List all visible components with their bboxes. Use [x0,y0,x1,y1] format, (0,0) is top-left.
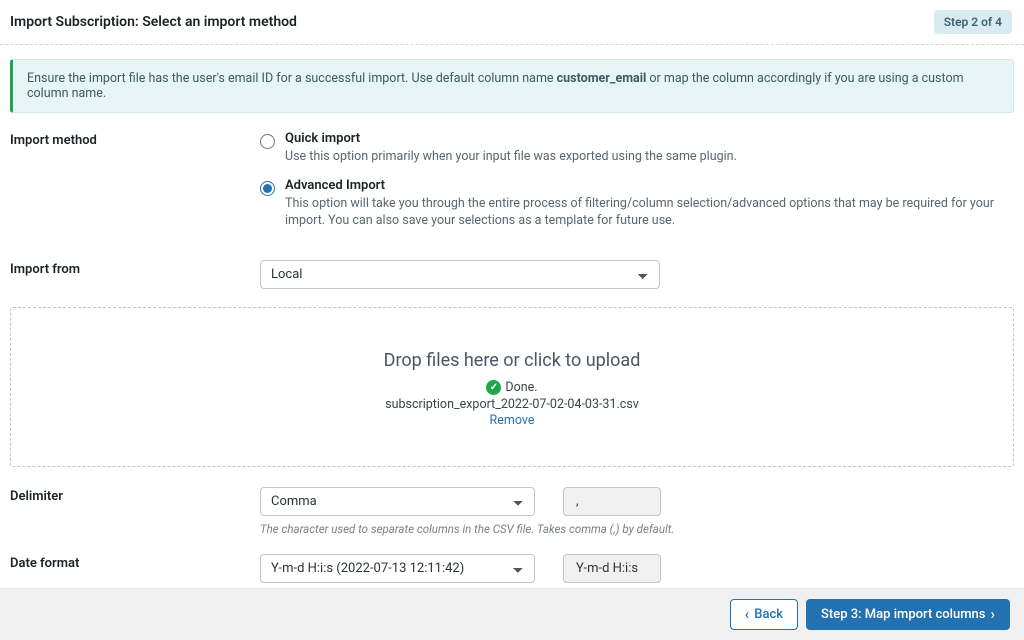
page-header: Import Subscription: Select an import me… [0,0,1024,45]
delimiter-control: Comma , The character used to separate c… [260,487,1014,536]
next-button-label: Step 3: Map import columns [821,607,985,622]
date-format-inline: Y-m-d H:i:s (2022-07-13 12:11:42) Y-m-d … [260,554,1014,583]
delimiter-inline: Comma , [260,487,1014,516]
import-from-label: Import from [10,260,260,277]
uploaded-filename: subscription_export_2022-07-02-04-03-31.… [31,397,993,412]
date-format-label: Date format [10,554,260,571]
import-method-label: Import method [10,131,260,148]
step-badge: Step 2 of 4 [934,10,1012,34]
radio-advanced-import[interactable]: Advanced Import This option will take yo… [260,178,1014,230]
back-button[interactable]: ‹ Back [730,599,798,630]
field-import-method: Import method Quick import Use this opti… [10,131,1014,242]
field-import-from: Import from Local [10,260,1014,289]
radio-quick-title: Quick import [285,131,1014,146]
chevron-left-icon: ‹ [745,607,750,622]
radio-advanced-input[interactable] [260,181,275,196]
radio-advanced-body: Advanced Import This option will take yo… [285,178,1014,230]
delimiter-hint: The character used to separate columns i… [260,522,1014,536]
delimiter-label: Delimiter [10,487,260,504]
radio-quick-body: Quick import Use this option primarily w… [285,131,1014,166]
notice-bold: customer_email [557,71,647,86]
import-from-control: Local [260,260,1014,289]
check-icon: ✓ [486,380,501,395]
radio-quick-desc: Use this option primarily when your inpu… [285,148,1005,166]
next-step-button[interactable]: Step 3: Map import columns › [806,599,1010,630]
footer-bar: ‹ Back Step 3: Map import columns › [0,588,1024,640]
upload-done-row: ✓ Done. [486,380,537,395]
radio-quick-import[interactable]: Quick import Use this option primarily w… [260,131,1014,166]
import-from-select[interactable]: Local [260,260,660,289]
delimiter-select[interactable]: Comma [260,487,535,516]
notice-prefix: Ensure the import file has the user's em… [27,71,557,86]
import-method-control: Quick import Use this option primarily w… [260,131,1014,242]
delimiter-char-display: , [563,487,661,516]
remove-file-link[interactable]: Remove [31,413,993,428]
radio-advanced-desc: This option will take you through the en… [285,195,1005,230]
file-dropzone[interactable]: Drop files here or click to upload ✓ Don… [10,307,1014,467]
dropzone-title: Drop files here or click to upload [31,350,993,371]
info-notice: Ensure the import file has the user's em… [10,59,1014,113]
chevron-right-icon: › [990,607,995,622]
radio-quick-input[interactable] [260,134,275,149]
main-content: Ensure the import file has the user's em… [0,45,1024,603]
date-format-pattern-display: Y-m-d H:i:s [563,554,661,583]
radio-advanced-title: Advanced Import [285,178,1014,193]
back-button-label: Back [754,607,783,622]
date-format-select[interactable]: Y-m-d H:i:s (2022-07-13 12:11:42) [260,554,535,583]
upload-done-text: Done. [505,380,537,395]
page-title: Import Subscription: Select an import me… [10,14,297,30]
field-delimiter: Delimiter Comma , The character used to … [10,487,1014,536]
